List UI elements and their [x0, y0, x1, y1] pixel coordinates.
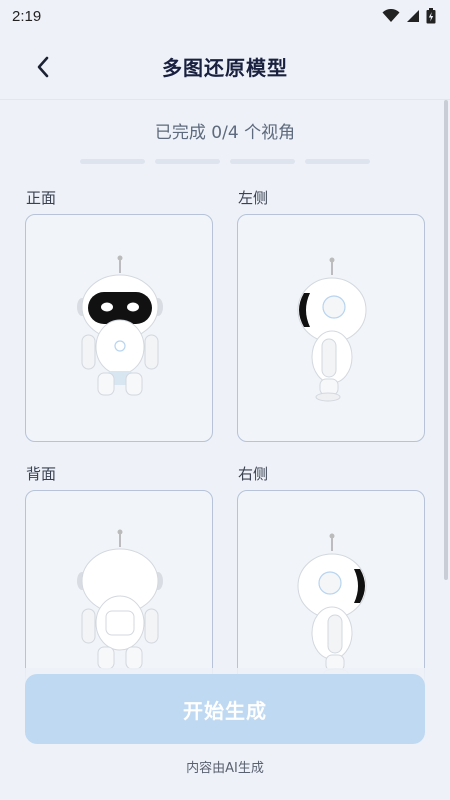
view-card-front[interactable] [25, 214, 213, 442]
wifi-icon [382, 9, 400, 22]
app-header: 多图还原模型 [0, 32, 450, 100]
robot-left-image [297, 257, 367, 402]
status-time: 2:19 [12, 7, 42, 25]
view-label-front: 正面 [26, 189, 57, 207]
header-divider [0, 99, 450, 100]
status-icons [382, 8, 436, 24]
signal-icon [407, 10, 419, 22]
chevron-left-icon [37, 56, 49, 78]
view-card-left[interactable] [237, 214, 425, 442]
start-generate-button[interactable]: 开始生成 [25, 674, 425, 744]
view-label-back: 背面 [26, 465, 57, 483]
robot-front-image [77, 255, 163, 396]
status-bar: 2:19 [0, 0, 450, 32]
progress-text: 已完成 0/4 个视角 [154, 123, 296, 143]
page-title: 多图还原模型 [162, 55, 288, 80]
ai-generated-note: 内容由AI生成 [186, 761, 264, 776]
battery-icon [426, 8, 436, 24]
view-label-left: 左侧 [238, 189, 269, 207]
scrollbar[interactable] [444, 100, 448, 580]
back-button[interactable] [28, 52, 58, 82]
progress-segment-1 [80, 159, 145, 164]
progress-segment-4 [305, 159, 370, 164]
progress-segment-2 [155, 159, 220, 164]
progress-bar [80, 159, 370, 164]
view-label-right: 右侧 [238, 465, 269, 483]
progress-segment-3 [230, 159, 295, 164]
